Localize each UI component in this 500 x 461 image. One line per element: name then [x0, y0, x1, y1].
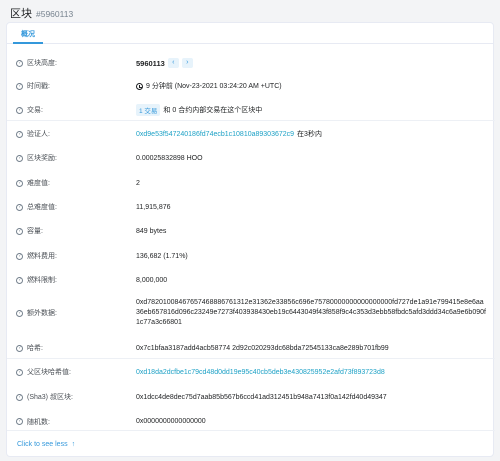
hash-label: 哈希:: [27, 345, 43, 352]
block-reward-value: 0.00025832898 HOO: [136, 154, 203, 162]
nonce-value: 0x0000000000000000: [136, 418, 206, 425]
page-header: 区块 #5960113: [10, 5, 74, 20]
nonce-label: 随机数:: [27, 418, 50, 426]
total-difficulty-value: 11,915,876: [136, 203, 171, 211]
see-less-label: Click to see less: [17, 441, 68, 448]
question-circle-icon: ?: [16, 179, 23, 187]
block-number: #5960113: [36, 9, 74, 19]
gas-used-label: 燃料费用:: [27, 253, 57, 260]
prev-block-button[interactable]: ‹: [167, 58, 179, 68]
tab-overview[interactable]: 概况: [13, 27, 43, 44]
tx-count-badge[interactable]: 1 交易: [136, 104, 161, 116]
parent-hash-label: 父区块哈希值:: [27, 369, 71, 376]
total-difficulty-label: 总难度值:: [27, 204, 57, 211]
sha3-uncles-label: (Sha3) 叔区块:: [27, 394, 73, 401]
row-timestamp: ? 时间戳: 9 分钟前 (Nov-23-2021 03:24:20 AM +UT…: [7, 79, 495, 93]
row-block-reward: ? 区块奖励: 0.00025832898 HOO: [7, 151, 495, 165]
size-label: 容量:: [27, 228, 43, 235]
arrow-up-icon: ↑: [71, 441, 76, 448]
extra-data-label: 额外数据:: [27, 310, 57, 317]
next-block-button[interactable]: ›: [181, 58, 193, 68]
validator-address-link[interactable]: 0xd9e53f547240186fd74ecb1c10810a89303672…: [136, 131, 294, 138]
difficulty-label: 难度值:: [27, 180, 50, 187]
question-circle-icon: ?: [16, 276, 23, 284]
block-height-label: 区块高度:: [27, 60, 57, 67]
question-circle-icon: ?: [16, 344, 23, 352]
question-circle-icon: ?: [16, 106, 23, 114]
question-circle-icon: ?: [16, 227, 23, 235]
row-size: ? 容量: 849 bytes: [7, 224, 495, 238]
timestamp-value: 9 分钟前 (Nov-23-2021 03:24:20 AM +UTC): [146, 83, 282, 90]
question-circle-icon: ?: [16, 252, 23, 260]
row-validator: ? 验证人: 0xd9e53f547240186fd74ecb1c10810a89…: [7, 127, 495, 141]
row-nonce: ? 随机数: 0x0000000000000000: [7, 413, 495, 431]
row-block-height: ? 区块高度: 5960113 ‹ ›: [7, 56, 495, 70]
question-circle-icon: ?: [16, 309, 23, 317]
transactions-suffix: 和 0 合约内部交易在这个区块中: [163, 107, 263, 114]
row-parent-hash: ? 父区块哈希值: 0xd18da2dcfbe1c79cd48d0dd19e95c…: [7, 365, 495, 379]
row-transactions: ? 交易: 1 交易 和 0 合约内部交易在这个区块中: [7, 100, 495, 121]
row-extra-data: ? 额外数据: 0xd78201008467657468886761312e313…: [7, 296, 495, 330]
block-height-value: 5960113: [136, 58, 165, 68]
page-title: 区块: [10, 8, 32, 20]
hash-value: 0x7c1bfaa3187add4acb58774 2d92c020293dc6…: [136, 344, 389, 352]
question-circle-icon: ?: [16, 418, 23, 425]
block-overview-card: 概况 ? 区块高度: 5960113 ‹ › ? 时间戳: 9 分钟前 (Nov-2…: [6, 22, 495, 457]
gas-used-value: 136,682 (1.71%): [136, 252, 188, 260]
question-circle-icon: ?: [16, 130, 23, 138]
parent-hash-link[interactable]: 0xd18da2dcfbe1c79cd48d0dd19e95c40cb5deb3…: [136, 369, 385, 376]
block-reward-label: 区块奖励:: [27, 155, 57, 162]
extra-data-value: 0xd78201008467657468886761312e31362e3385…: [136, 299, 486, 326]
row-total-difficulty: ? 总难度值: 11,915,876: [7, 200, 495, 214]
see-less-link[interactable]: Click to see less ↑: [17, 441, 75, 448]
question-circle-icon: ?: [16, 203, 23, 211]
question-circle-icon: ?: [16, 368, 23, 376]
row-gas-used: ? 燃料费用: 136,682 (1.71%): [7, 249, 495, 263]
validator-suffix: 在3秒内: [297, 131, 322, 138]
question-circle-icon: ?: [16, 154, 23, 162]
question-circle-icon: ?: [16, 393, 23, 401]
row-difficulty: ? 难度值: 2: [7, 176, 495, 190]
size-value: 849 bytes: [136, 227, 167, 235]
transactions-label: 交易:: [27, 107, 43, 114]
gas-limit-label: 燃料限制:: [27, 277, 57, 284]
validator-label: 验证人:: [27, 131, 50, 138]
clock-icon: [136, 82, 143, 90]
question-circle-icon: ?: [16, 82, 23, 90]
question-circle-icon: ?: [16, 59, 23, 67]
gas-limit-value: 8,000,000: [136, 276, 168, 284]
sha3-uncles-value: 0x1dcc4de8dec75d7aab85b567b6ccd41ad31245…: [136, 393, 387, 401]
difficulty-value: 2: [136, 179, 140, 187]
row-hash: ? 哈希: 0x7c1bfaa3187add4acb58774 2d92c0202…: [7, 338, 495, 359]
row-gas-limit: ? 燃料限制: 8,000,000: [7, 273, 495, 287]
tab-bar: 概况: [7, 23, 493, 44]
timestamp-label: 时间戳:: [27, 83, 50, 90]
row-sha3-uncles: ? (Sha3) 叔区块: 0x1dcc4de8dec75d7aab85b567b…: [7, 390, 495, 404]
